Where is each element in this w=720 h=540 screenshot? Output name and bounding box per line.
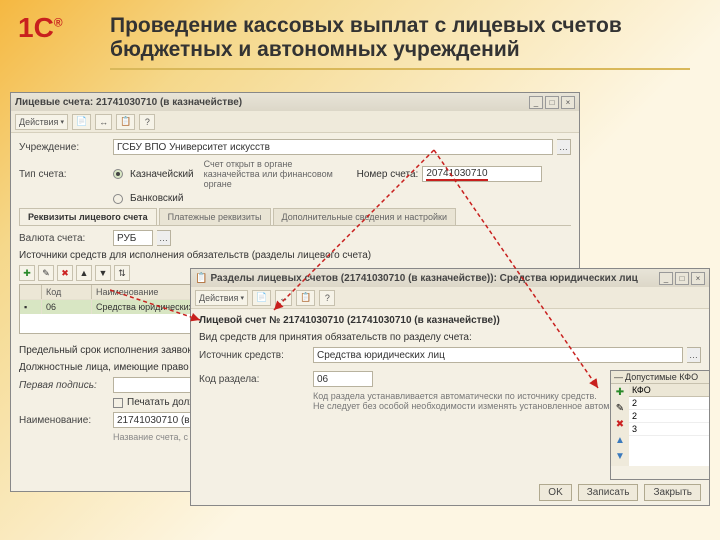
label-ist2: Источник средств:	[199, 350, 309, 361]
toolbar-icon-3[interactable]: 📋	[116, 114, 135, 130]
toolbar2-icon-3[interactable]: 📋	[296, 290, 315, 306]
label-tip: Тип счета:	[19, 169, 109, 180]
edit-row-button[interactable]: ✎	[38, 265, 54, 281]
maximize-button-2[interactable]: □	[675, 272, 689, 285]
kfo-edit-icon[interactable]: ✎	[613, 402, 627, 416]
dn-row-button[interactable]: ▼	[95, 265, 111, 281]
help-icon-2[interactable]: ?	[319, 290, 335, 306]
save-button[interactable]: Записать	[578, 484, 639, 501]
toolbar-2: Действия▾ 📄 ↔ 📋 ?	[191, 287, 709, 309]
label-kod: Код раздела:	[199, 374, 309, 385]
kfo-title: — Допустимые КФО	[611, 371, 709, 384]
label-ist: Источники средств для исполнения обязате…	[19, 250, 571, 261]
page-title: Проведение кассовых выплат с лицевых сче…	[110, 14, 690, 70]
col-icon	[20, 285, 42, 299]
vid-label: Вид средств для принятия обязательств по…	[199, 332, 701, 343]
titlebar-account[interactable]: Лицевые счета: 21741030710 (в казначейст…	[11, 93, 579, 111]
up-row-button[interactable]: ▲	[76, 265, 92, 281]
close-button[interactable]: ×	[561, 96, 575, 109]
label-nom: Номер счета:	[357, 169, 419, 180]
list-icon: 📋	[195, 273, 207, 284]
tab-rekvizity[interactable]: Реквизиты лицевого счета	[19, 208, 157, 225]
toolbar: Действия▾ 📄 ↔ 📋 ?	[11, 111, 579, 133]
kfo-del-icon[interactable]: ✖	[613, 418, 627, 432]
ist-field[interactable]: Средства юридических лиц	[313, 347, 683, 363]
valuta-field[interactable]: РУБ	[113, 230, 153, 246]
help-icon[interactable]: ?	[139, 114, 155, 130]
kfo-row[interactable]: 2	[629, 397, 709, 410]
radio-kazn[interactable]	[113, 169, 123, 179]
window-title: Лицевые счета: 21741030710 (в казначейст…	[15, 97, 529, 108]
radio-bank[interactable]	[113, 194, 123, 204]
footer-buttons: OK Записать Закрыть	[539, 484, 701, 501]
kfo-add-icon[interactable]: ✚	[613, 386, 627, 400]
kazn-note: Счет открыт в органе казначейства или фи…	[204, 159, 349, 189]
del-row-button[interactable]: ✖	[57, 265, 73, 281]
print-checkbox[interactable]	[113, 398, 123, 408]
kfo-col: КФО	[629, 384, 709, 397]
label-naim: Наименование:	[19, 415, 109, 426]
toolbar-icon-1[interactable]: 📄	[72, 114, 91, 130]
kfo-row[interactable]: 3	[629, 423, 709, 436]
window-title-2: Разделы лицевых счетов (21741030710 (в к…	[210, 273, 659, 284]
lic-label: Лицевой счет № 21741030710 (21741030710 …	[199, 315, 701, 326]
valuta-picker[interactable]: …	[157, 230, 171, 246]
ist-picker[interactable]: …	[687, 347, 701, 363]
kfo-up-icon[interactable]: ▲	[613, 434, 627, 448]
col-kod: Код	[42, 285, 92, 299]
minimize-button-2[interactable]: _	[659, 272, 673, 285]
close-button-action[interactable]: Закрыть	[644, 484, 701, 501]
label-valuta: Валюта счета:	[19, 233, 109, 244]
nom-field[interactable]: 20741030710	[422, 166, 542, 182]
kfo-panel: — Допустимые КФО ✚ ✎ ✖ ▲ ▼ КФО 2 2 3	[610, 370, 710, 480]
logo: 1C®	[18, 12, 63, 44]
kod-field[interactable]: 06	[313, 371, 373, 387]
add-row-button[interactable]: ✚	[19, 265, 35, 281]
kfo-dn-icon[interactable]: ▼	[613, 450, 627, 464]
maximize-button[interactable]: □	[545, 96, 559, 109]
label-perv: Первая подпись:	[19, 380, 109, 391]
actions-dropdown-2[interactable]: Действия▾	[195, 290, 248, 306]
tab-platezh[interactable]: Платежные реквизиты	[159, 208, 271, 225]
ok-button[interactable]: OK	[539, 484, 571, 501]
close-button-2[interactable]: ×	[691, 272, 705, 285]
label-uchr: Учреждение:	[19, 142, 109, 153]
kfo-row[interactable]: 2	[629, 410, 709, 423]
uchr-field[interactable]: ГСБУ ВПО Университет искусств	[113, 139, 553, 155]
kfo-grid[interactable]: КФО 2 2 3	[629, 384, 709, 466]
tabs: Реквизиты лицевого счета Платежные рекви…	[19, 208, 571, 226]
tab-dop[interactable]: Дополнительные сведения и настройки	[273, 208, 457, 225]
radio-kazn-label: Казначейский	[130, 169, 194, 180]
titlebar-sections[interactable]: 📋 Разделы лицевых счетов (21741030710 (в…	[191, 269, 709, 287]
actions-dropdown[interactable]: Действия▾	[15, 114, 68, 130]
radio-bank-label: Банковский	[130, 193, 183, 204]
uchr-picker[interactable]: …	[557, 139, 571, 155]
minimize-button[interactable]: _	[529, 96, 543, 109]
toolbar2-icon-2[interactable]: ↔	[275, 290, 292, 306]
toolbar2-icon-1[interactable]: 📄	[252, 290, 271, 306]
sort-button[interactable]: ⇅	[114, 265, 130, 281]
toolbar-icon-2[interactable]: ↔	[95, 114, 112, 130]
